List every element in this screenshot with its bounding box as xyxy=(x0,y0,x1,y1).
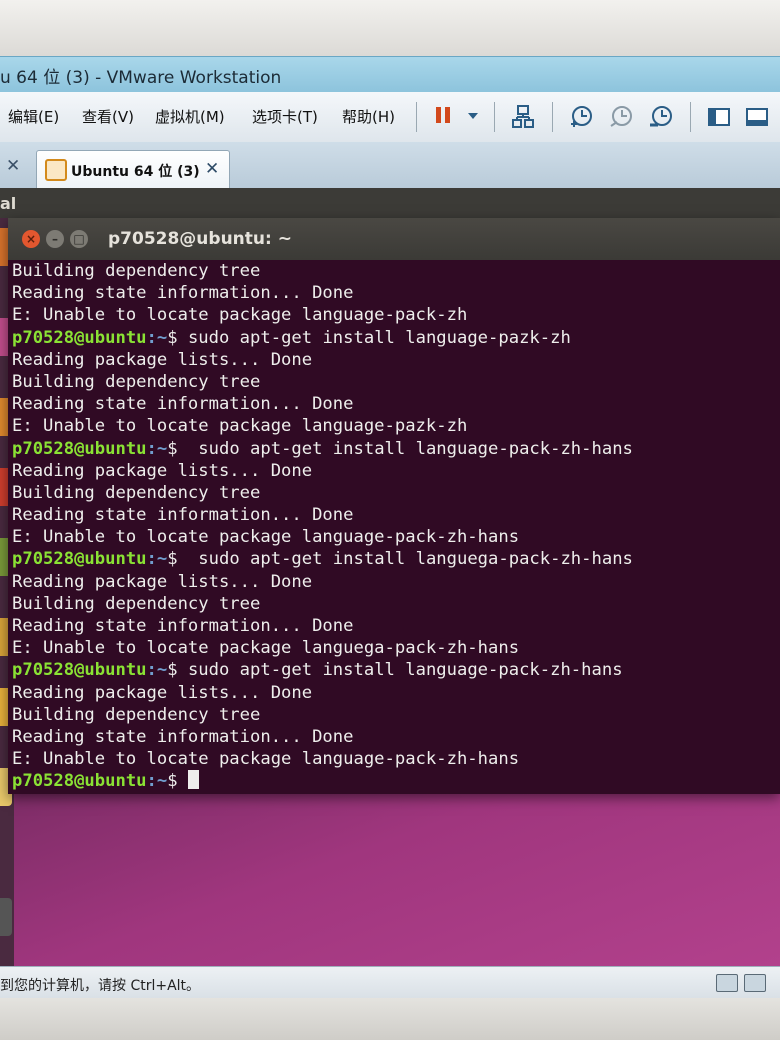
terminal-output[interactable]: Building dependency tree Reading state in… xyxy=(12,260,776,793)
window-title: u 64 位 (3) - VMware Workstation xyxy=(0,68,282,88)
close-icon[interactable]: ✕ xyxy=(205,159,219,179)
close-icon[interactable]: ✕ xyxy=(6,156,20,176)
command-text: sudo apt-get install language-pack-zh-ha… xyxy=(177,438,633,459)
terminal-output-line: Building dependency tree xyxy=(12,371,261,392)
terminal-output-line: Reading package lists... Done xyxy=(12,349,313,370)
terminal-output-line: Building dependency tree xyxy=(12,704,261,725)
terminal-command-line: p70528@ubuntu:~$ sudo apt-get install la… xyxy=(12,548,776,570)
maximize-icon[interactable]: □ xyxy=(70,230,88,248)
tab-bar: ✕ Ubuntu 64 位 (3) ✕ xyxy=(0,142,780,189)
view-console-icon[interactable] xyxy=(706,104,732,130)
terminal-command-line: p70528@ubuntu:~$ sudo apt-get install la… xyxy=(12,438,776,460)
status-hint: 到您的计算机，请按 Ctrl+Alt。 xyxy=(0,978,201,994)
pause-icon[interactable] xyxy=(430,104,456,130)
terminal-output-line: E: Unable to locate package language-pac… xyxy=(12,527,520,548)
disk-icon[interactable] xyxy=(716,974,738,992)
panel-app-name: al xyxy=(0,194,17,213)
terminal-title-bar[interactable]: × – □ p70528@ubuntu: ~ xyxy=(8,218,780,260)
terminal-output-line: Reading state information... Done xyxy=(12,616,354,636)
tab-ubuntu[interactable]: Ubuntu 64 位 (3) ✕ xyxy=(36,150,230,189)
prompt-symbol: $ xyxy=(167,438,178,459)
prompt-user: p70528@ubuntu xyxy=(12,660,147,681)
prompt-path: :~ xyxy=(146,438,168,459)
terminal-window[interactable]: × – □ p70528@ubuntu: ~ Building dependen… xyxy=(8,218,780,794)
ubuntu-top-panel: al xyxy=(0,188,780,218)
prompt-user: p70528@ubuntu xyxy=(12,771,147,792)
terminal-output-line: Reading state information... Done xyxy=(12,283,354,304)
monitor-bezel-bottom xyxy=(0,998,780,1040)
snapshot-revert-icon[interactable] xyxy=(608,104,634,130)
terminal-command-line: p70528@ubuntu:~$ xyxy=(12,770,776,792)
command-text xyxy=(178,771,188,791)
prompt-user: p70528@ubuntu xyxy=(12,438,147,459)
terminal-output-line: Reading state information... Done xyxy=(12,505,354,526)
command-text: sudo apt-get install language-pazk-zh xyxy=(177,327,571,348)
terminal-output-line: E: Unable to locate package languega-pac… xyxy=(12,638,520,659)
terminal-cursor xyxy=(187,770,199,790)
window-title-bar[interactable]: u 64 位 (3) - VMware Workstation xyxy=(0,56,780,93)
tab-label: Ubuntu 64 位 (3) xyxy=(71,164,200,180)
command-text: sudo apt-get install languega-pack-zh-ha… xyxy=(177,549,633,570)
terminal-output-line: Building dependency tree xyxy=(12,482,261,503)
terminal-output-line: E: Unable to locate package language-pac… xyxy=(12,749,520,770)
dropdown-arrow-icon[interactable] xyxy=(460,104,486,130)
minimize-icon[interactable]: – xyxy=(46,230,64,248)
terminal-output-line: Reading package lists... Done xyxy=(12,571,313,592)
terminal-output-line: Reading state information... Done xyxy=(12,726,354,747)
toolbar-separator xyxy=(690,102,691,132)
terminal-command-line: p70528@ubuntu:~$ sudo apt-get install la… xyxy=(12,327,776,349)
toolbar-separator xyxy=(416,102,417,132)
prompt-path: :~ xyxy=(146,660,168,681)
command-text: sudo apt-get install language-pack-zh-ha… xyxy=(177,660,623,681)
menu-edit[interactable]: 编辑(E) xyxy=(8,106,59,127)
menu-help[interactable]: 帮助(H) xyxy=(342,106,395,127)
terminal-output-line: E: Unable to locate package language-paz… xyxy=(12,416,468,437)
prompt-user: p70528@ubuntu xyxy=(12,549,147,570)
menu-tabs[interactable]: 选项卡(T) xyxy=(252,106,318,127)
prompt-path: :~ xyxy=(146,771,168,792)
prompt-symbol: $ xyxy=(167,771,178,792)
vm-icon xyxy=(45,159,67,181)
network-icon[interactable] xyxy=(510,104,536,130)
terminal-output-line: Reading package lists... Done xyxy=(12,460,313,481)
prompt-symbol: $ xyxy=(167,660,178,681)
status-bar: 到您的计算机，请按 Ctrl+Alt。 xyxy=(0,966,780,999)
terminal-output-line: Building dependency tree xyxy=(12,261,261,281)
snapshot-manager-icon[interactable] xyxy=(648,104,674,130)
prompt-path: :~ xyxy=(146,327,168,348)
prompt-symbol: $ xyxy=(167,327,178,348)
monitor-bezel-top xyxy=(0,0,780,56)
terminal-output-line: Reading state information... Done xyxy=(12,394,354,415)
toolbar-separator xyxy=(552,102,553,132)
terminal-command-line: p70528@ubuntu:~$ sudo apt-get install la… xyxy=(12,659,776,681)
close-icon[interactable]: × xyxy=(22,230,40,248)
prompt-symbol: $ xyxy=(167,549,178,570)
toolbar-separator xyxy=(494,102,495,132)
terminal-title: p70528@ubuntu: ~ xyxy=(108,229,292,249)
menu-view[interactable]: 查看(V) xyxy=(82,106,134,127)
terminal-output-line: Building dependency tree xyxy=(12,593,261,614)
terminal-output-line: E: Unable to locate package language-pac… xyxy=(12,305,468,326)
terminal-output-line: Reading package lists... Done xyxy=(12,682,313,703)
prompt-user: p70528@ubuntu xyxy=(12,327,147,348)
network-status-icon[interactable] xyxy=(744,974,766,992)
menu-vm[interactable]: 虚拟机(M) xyxy=(155,106,225,127)
menu-bar: 编辑(E) 查看(V) 虚拟机(M) 选项卡(T) 帮助(H) xyxy=(0,92,780,143)
view-fullscreen-icon[interactable] xyxy=(744,104,770,130)
prompt-path: :~ xyxy=(146,549,168,570)
launcher-app-icon[interactable] xyxy=(0,898,12,936)
snapshot-take-icon[interactable] xyxy=(568,104,594,130)
